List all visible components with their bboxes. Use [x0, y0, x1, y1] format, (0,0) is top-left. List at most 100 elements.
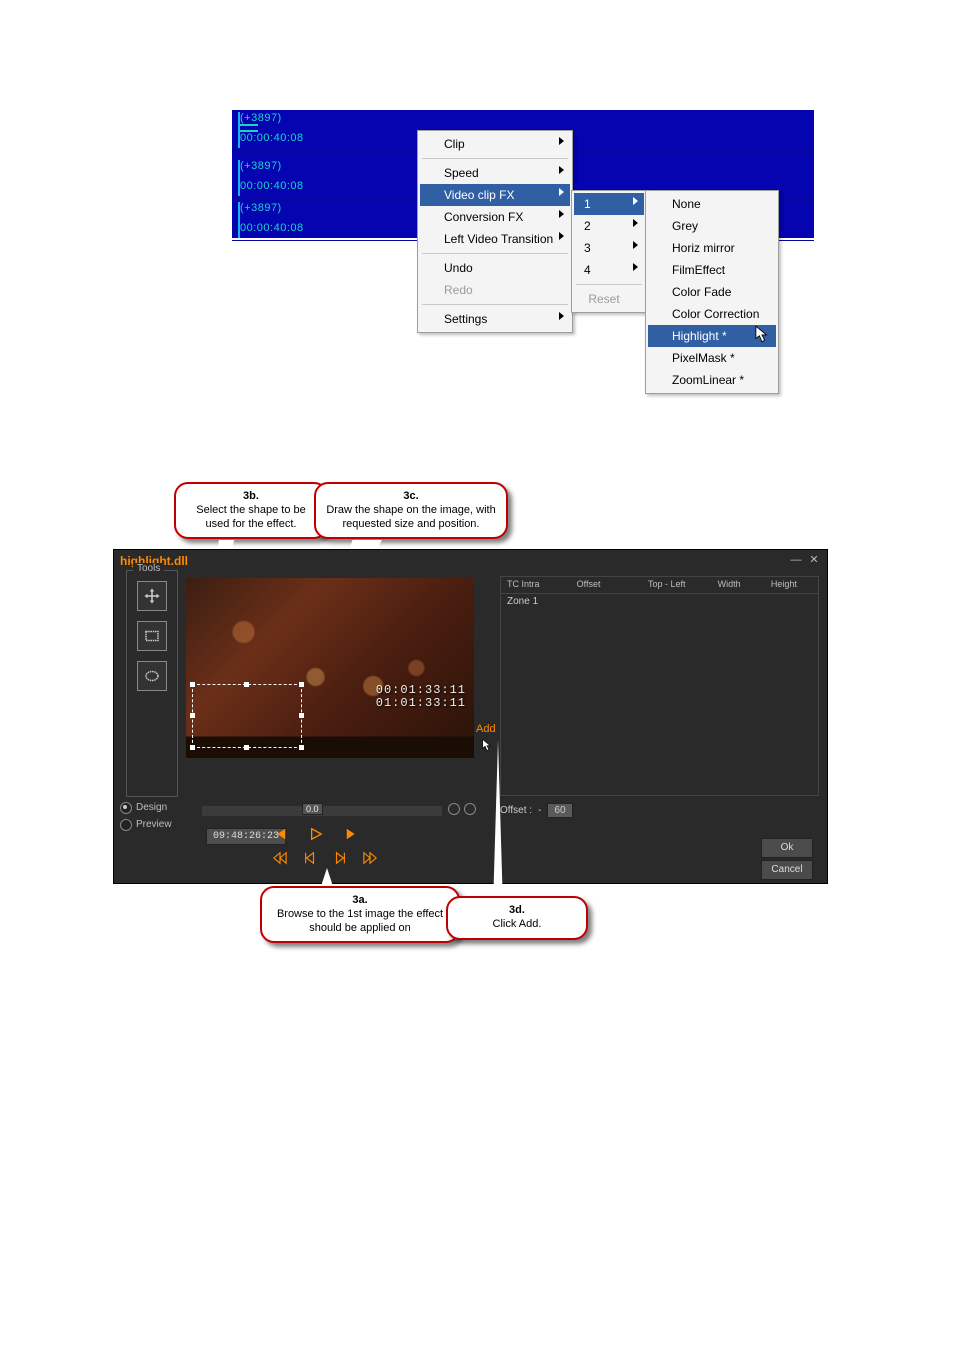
step-back-icon — [303, 851, 317, 865]
resize-handle-icon[interactable] — [299, 745, 304, 750]
tools-group: Tools — [126, 570, 178, 797]
menu-item-horiz-mirror[interactable]: Horiz mirror — [648, 237, 776, 259]
fast-rewind-button[interactable] — [272, 850, 288, 866]
scrubber-position: 0.0 — [302, 803, 323, 815]
skip-forward-icon — [345, 827, 359, 841]
submenu-arrow-icon — [559, 210, 564, 218]
submenu-arrow-icon — [559, 312, 564, 320]
selection-rectangle[interactable] — [192, 684, 302, 748]
close-button[interactable]: ✕ — [807, 554, 821, 566]
menu-item-zoomlinear[interactable]: ZoomLinear * — [648, 369, 776, 391]
clip-id: (+3897) — [240, 202, 282, 214]
menu-item-undo[interactable]: Undo — [420, 257, 570, 279]
menu-item-clip[interactable]: Clip — [420, 133, 570, 155]
menu-item-label: FilmEffect — [672, 263, 725, 277]
offset-row: Offset : - 60 — [500, 803, 573, 818]
clip-id: (+3897) — [240, 112, 282, 124]
menu-item-colorfade[interactable]: Color Fade — [648, 281, 776, 303]
clip-time: 00:00:40:08 — [240, 180, 304, 192]
radio-design[interactable]: Design — [120, 800, 172, 815]
menu-item-label: Conversion FX — [444, 210, 523, 224]
resize-handle-icon[interactable] — [190, 713, 195, 718]
col-width: Width — [712, 577, 765, 593]
callout-text: Select the shape to be used for the effe… — [186, 504, 316, 532]
resize-handle-icon[interactable] — [244, 682, 249, 687]
fast-forward-icon — [363, 851, 377, 865]
clip-hash-icon — [240, 124, 258, 132]
play-icon — [309, 827, 323, 841]
menu-item-label: Clip — [444, 137, 465, 151]
radio-preview[interactable]: Preview — [120, 817, 172, 832]
menu-item-none[interactable]: None — [648, 193, 776, 215]
menu-item-grey[interactable]: Grey — [648, 215, 776, 237]
add-button[interactable]: Add — [476, 723, 496, 735]
menu-item-label: Video clip FX — [444, 188, 514, 202]
radio-icon — [120, 802, 132, 814]
menu-item-label: Highlight * — [672, 329, 727, 343]
fast-forward-button[interactable] — [362, 850, 378, 866]
menu-item-label: Color Fade — [672, 285, 731, 299]
menu-item-settings[interactable]: Settings — [420, 308, 570, 330]
callout-title: 3b. — [186, 490, 316, 504]
menu-item-label: None — [672, 197, 701, 211]
menu-item-label: Settings — [444, 312, 487, 326]
play-button[interactable] — [308, 826, 324, 842]
context-menu-effects: None Grey Horiz mirror FilmEffect Color … — [645, 190, 779, 394]
menu-item-label: Left Video Transition — [444, 232, 553, 246]
skip-back-icon — [273, 827, 287, 841]
clip-time: 00:00:40:08 — [240, 222, 304, 234]
cursor-icon — [482, 738, 492, 752]
menu-separator — [422, 304, 568, 305]
menu-item-colorcorrection[interactable]: Color Correction — [648, 303, 776, 325]
menu-item-label: PixelMask * — [672, 351, 735, 365]
resize-handle-icon[interactable] — [244, 745, 249, 750]
scrubber[interactable]: 0.0 — [202, 806, 442, 816]
ok-button[interactable]: Ok — [761, 838, 813, 858]
menu-item-label: 3 — [584, 241, 591, 255]
cancel-button[interactable]: Cancel — [761, 860, 813, 880]
loop-controls[interactable] — [448, 803, 476, 815]
menu-item-left-video-transition[interactable]: Left Video Transition — [420, 228, 570, 250]
resize-handle-icon[interactable] — [299, 682, 304, 687]
menu-item-filmeffect[interactable]: FilmEffect — [648, 259, 776, 281]
step-forward-button[interactable] — [332, 850, 348, 866]
transport-row-2 — [272, 850, 378, 866]
offset-input[interactable]: 60 — [547, 803, 572, 818]
resize-handle-icon[interactable] — [190, 682, 195, 687]
menu-item-highlight[interactable]: Highlight * — [648, 325, 776, 347]
col-offset: Offset — [571, 577, 642, 593]
tool-move-button[interactable] — [137, 581, 167, 611]
menu-item-slot-1[interactable]: 1 — [574, 193, 644, 215]
minimize-button[interactable]: — — [789, 554, 803, 566]
submenu-arrow-icon — [559, 166, 564, 174]
resize-handle-icon[interactable] — [299, 713, 304, 718]
next-keyframe-button[interactable] — [344, 826, 360, 842]
tool-ellipse-button[interactable] — [137, 661, 167, 691]
menu-item-label: Redo — [444, 283, 473, 297]
menu-item-video-clip-fx[interactable]: Video clip FX — [420, 184, 570, 206]
transport-row-1 — [272, 826, 360, 842]
loop-start-icon[interactable] — [448, 803, 460, 815]
menu-item-speed[interactable]: Speed — [420, 162, 570, 184]
preview-pane[interactable]: 00:01:33:11 01:01:33:11 — [186, 578, 474, 758]
menu-item-slot-2[interactable]: 2 — [574, 215, 644, 237]
menu-item-slot-4[interactable]: 4 — [574, 259, 644, 281]
menu-item-slot-3[interactable]: 3 — [574, 237, 644, 259]
menu-item-label: Color Correction — [672, 307, 759, 321]
menu-item-conversion-fx[interactable]: Conversion FX — [420, 206, 570, 228]
resize-handle-icon[interactable] — [190, 745, 195, 750]
offset-label: Offset : — [500, 805, 532, 816]
step-back-button[interactable] — [302, 850, 318, 866]
tool-rectangle-button[interactable] — [137, 621, 167, 651]
move-icon — [143, 587, 161, 605]
callout-text: Browse to the 1st image the effect shoul… — [272, 908, 448, 936]
radio-label: Design — [136, 800, 167, 815]
submenu-arrow-icon — [633, 219, 638, 227]
menu-item-pixelmask[interactable]: PixelMask * — [648, 347, 776, 369]
radio-icon — [120, 819, 132, 831]
callout-title: 3c. — [326, 490, 496, 504]
prev-keyframe-button[interactable] — [272, 826, 288, 842]
overlay-timecode: 00:01:33:11 01:01:33:11 — [376, 684, 466, 710]
loop-end-icon[interactable] — [464, 803, 476, 815]
zone-table-row[interactable]: Zone 1 — [501, 594, 818, 609]
